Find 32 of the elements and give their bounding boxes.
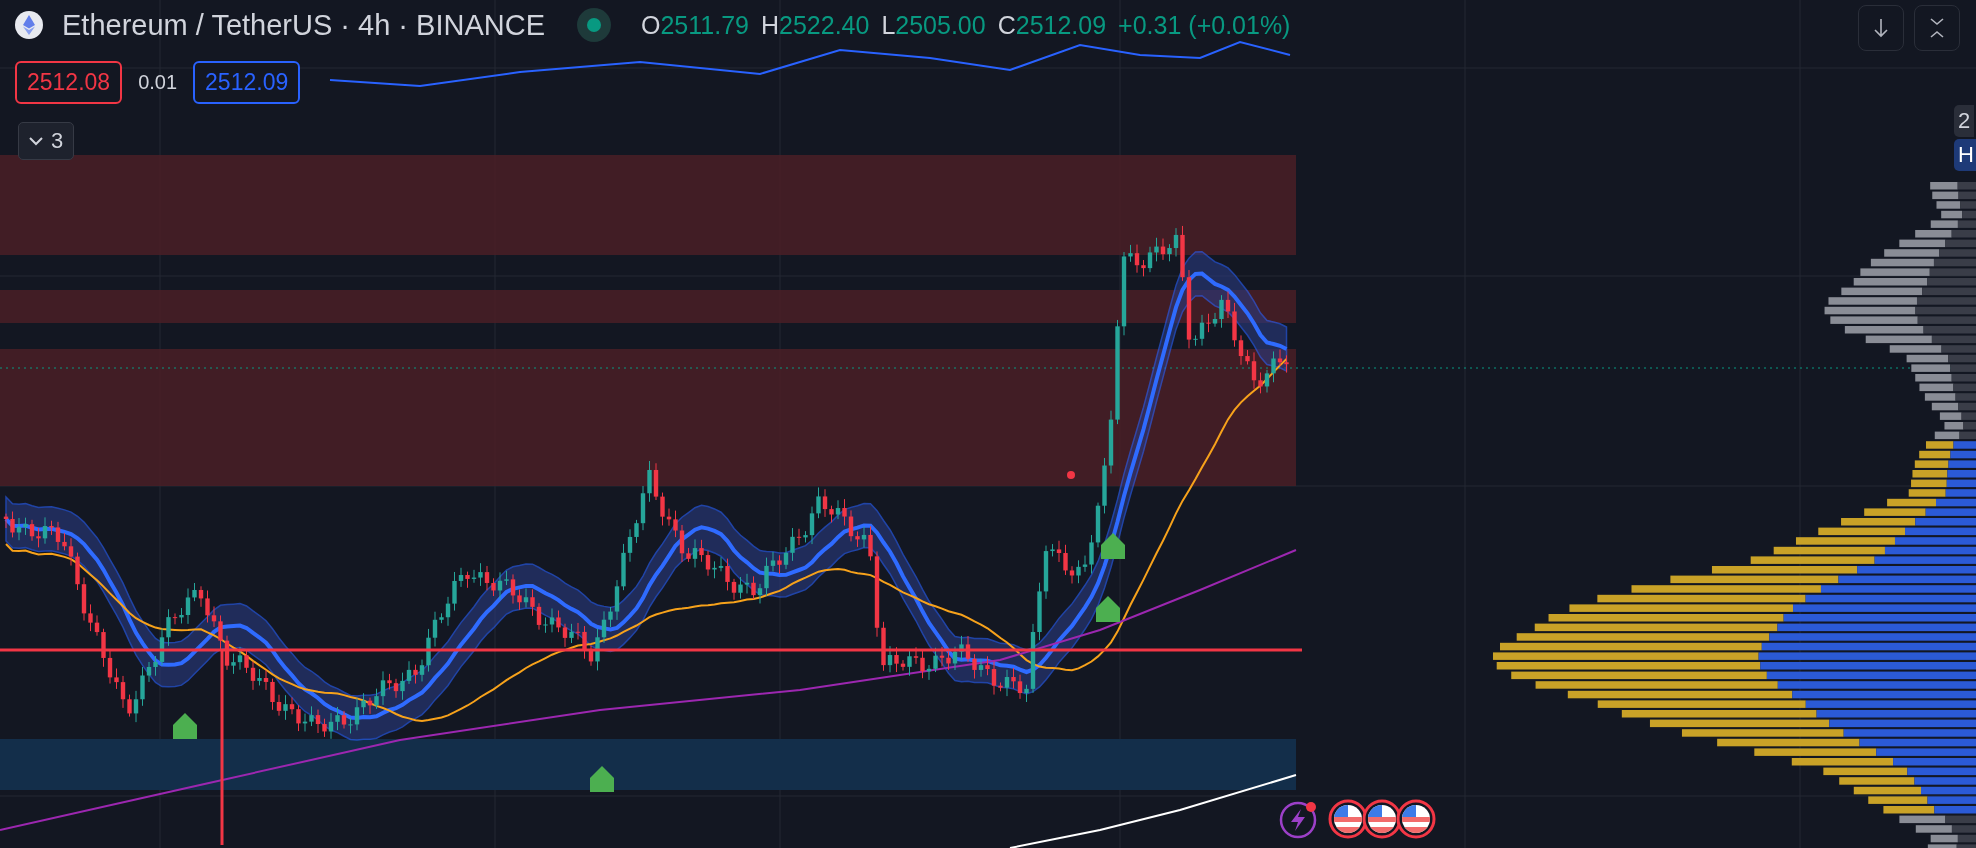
buy-signal-icon (173, 713, 197, 739)
spread-value: 0.01 (138, 71, 178, 94)
market-status-icon (577, 8, 611, 42)
price-scale-label: 2 (1954, 105, 1975, 137)
price-scale-label: H (1954, 139, 1976, 171)
buy-signal-icon (590, 766, 614, 792)
indicators-toggle-button[interactable]: 3 (18, 122, 75, 160)
flag-event-icon[interactable] (1328, 799, 1368, 839)
ohlc-label: L (881, 10, 896, 39)
symbol-title: Ethereum / TetherUS · 4h · BINANCE (62, 8, 545, 42)
ohlc-label: O (641, 10, 661, 39)
buy-signal-icon (1096, 596, 1120, 622)
ohlc-label: C (997, 10, 1016, 39)
collapse-icon (1929, 17, 1945, 39)
chevron-down-icon (29, 136, 43, 146)
sell-price-button[interactable]: 2512.08 (15, 61, 123, 104)
ethereum-logo-icon (14, 10, 44, 40)
price-change: +0.31 (+0.01%) (1118, 10, 1291, 40)
flag-event-icon[interactable] (1396, 799, 1436, 839)
buy-price-button[interactable]: 2512.09 (193, 61, 301, 104)
flag-event-icon[interactable] (1362, 799, 1402, 839)
lightning-event-icon[interactable] (1278, 799, 1318, 839)
arrow-down-icon (1873, 18, 1889, 38)
ohlc-value: 2511.79 (660, 10, 749, 39)
collapse-button[interactable] (1914, 5, 1960, 51)
signal-dot (1067, 471, 1075, 479)
scroll-down-button[interactable] (1858, 5, 1904, 51)
buy-signal-icon (1101, 533, 1125, 559)
ohlc-label: H (760, 10, 779, 39)
ohlc-value: 2512.09 (1015, 10, 1107, 39)
ohlc-value: 2505.00 (895, 10, 986, 39)
ohlc-value: 2522.40 (779, 10, 870, 39)
